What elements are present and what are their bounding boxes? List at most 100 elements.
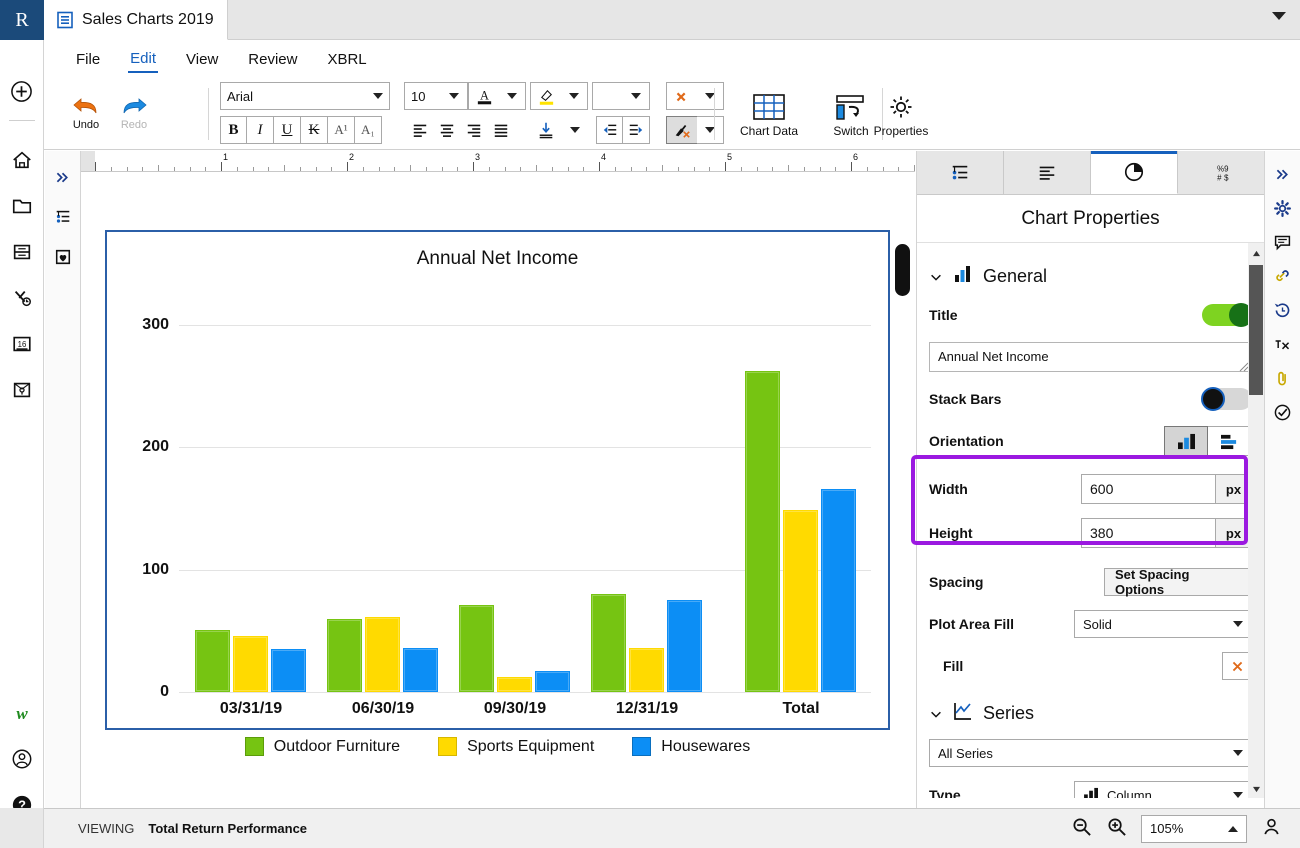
series-selector[interactable]: All Series [929,739,1252,767]
chart-bar[interactable] [821,488,856,692]
align-left-button[interactable] [406,116,433,144]
word-icon[interactable]: w [0,690,44,736]
comment-icon[interactable] [1265,225,1300,259]
legend-item[interactable]: Housewares [632,737,750,756]
strikethrough-button[interactable]: K [301,116,328,144]
section-general[interactable]: General [929,265,1252,288]
menu-item-xbrl[interactable]: XBRL [325,47,368,72]
tab-paragraph[interactable] [1004,151,1091,194]
plot-area-fill-select[interactable]: Solid [1074,610,1252,638]
format-painter-button[interactable] [666,116,698,144]
series-type-select[interactable]: Column [1074,781,1252,798]
menu-item-review[interactable]: Review [246,47,299,72]
chart-bar[interactable] [233,635,268,692]
document-tab[interactable]: Sales Charts 2019 [44,0,228,40]
underline-button[interactable]: U [274,116,301,144]
legend-item[interactable]: Sports Equipment [438,737,594,756]
properties-button[interactable]: Properties [846,84,956,146]
chart-bar[interactable] [327,618,362,692]
chart-bar[interactable] [497,677,532,692]
superscript-button[interactable]: A¹ [328,116,355,144]
indent-increase-button[interactable] [623,116,650,144]
add-icon[interactable] [0,68,44,114]
chart-data-button[interactable]: Chart Data [730,84,808,146]
orientation-vertical-button[interactable] [1164,426,1208,456]
highlight-dropdown-button[interactable] [561,82,588,110]
chart-bar[interactable] [629,647,664,692]
font-size-dropdown-button[interactable] [441,82,468,110]
set-spacing-options-button[interactable]: Set Spacing Options [1104,567,1252,597]
font-family-select[interactable]: Arial [220,82,390,110]
bold-button[interactable]: B [220,116,247,144]
italic-button[interactable]: I [247,116,274,144]
clear-formatting-button[interactable] [666,82,698,110]
align-center-button[interactable] [433,116,460,144]
border-style-button[interactable] [592,82,624,110]
legend-item[interactable]: Outdoor Furniture [244,737,400,756]
redo-button[interactable]: Redo [108,82,160,144]
chart-bar-group[interactable] [591,594,702,692]
percent-clock-icon[interactable] [0,275,44,321]
canvas-vertical-scroll-thumb[interactable] [895,244,910,296]
calendar-16-icon[interactable]: 16 [0,321,44,367]
expand-panel-icon[interactable] [45,157,81,197]
chart-bar[interactable] [459,605,494,692]
tab-number-format[interactable]: % 9 # $ [1178,151,1264,194]
chart-bar[interactable] [535,671,570,692]
height-input[interactable]: 380 [1081,518,1216,548]
attachment-icon[interactable] [1265,361,1300,395]
account-icon[interactable] [0,736,44,782]
stack-bars-toggle[interactable] [1201,387,1252,411]
bookmark-heart-icon[interactable] [45,237,81,277]
align-justify-button[interactable] [487,116,514,144]
font-color-button[interactable]: A [468,82,500,110]
account-icon[interactable] [1261,816,1282,842]
clear-formatting-dropdown-button[interactable] [697,82,724,110]
database-icon[interactable] [0,229,44,275]
align-right-button[interactable] [460,116,487,144]
panel-vertical-scrollbar[interactable] [1248,243,1264,798]
menu-item-edit[interactable]: Edit [128,46,159,73]
border-style-dropdown-button[interactable] [623,82,650,110]
check-circle-icon[interactable] [1265,395,1300,429]
format-painter-dropdown-button[interactable] [697,116,724,144]
menu-item-view[interactable]: View [184,47,220,72]
folder-icon[interactable] [0,183,44,229]
chart-bar[interactable] [365,617,400,692]
chart-title-input[interactable]: Annual Net Income [929,342,1252,372]
envelope-key-icon[interactable] [0,367,44,413]
subscript-button[interactable]: A₁ [355,116,382,144]
document-canvas[interactable]: Annual Net Income 0 100 200 300 03/31/19 06/… [81,172,915,808]
undo-button[interactable]: Undo [60,82,112,144]
chart-bar[interactable] [591,594,626,692]
chart-bar[interactable] [667,600,702,692]
chart-bar-group[interactable] [327,617,438,692]
tab-chart[interactable] [1091,151,1178,194]
chart-bar[interactable] [745,371,780,692]
vertical-align-button[interactable] [530,116,562,144]
gear-icon[interactable] [1265,191,1300,225]
app-logo[interactable]: R [0,0,44,40]
zoom-level-select[interactable]: 105% [1141,814,1247,843]
chart-bar-group[interactable] [459,605,570,692]
width-input[interactable]: 600 [1081,474,1216,504]
history-icon[interactable] [1265,293,1300,327]
tab-outline[interactable] [917,151,1004,194]
chart-bar-group[interactable] [745,371,856,692]
footnote-icon[interactable] [1265,327,1300,361]
title-toggle[interactable] [1202,303,1253,327]
orientation-horizontal-button[interactable] [1208,426,1252,456]
chart-bar[interactable] [783,509,818,692]
chart-bar[interactable] [195,629,230,692]
indent-decrease-button[interactable] [596,116,623,144]
chart-bar[interactable] [403,647,438,692]
chart-container[interactable]: Annual Net Income 0 100 200 300 03/31/19 06/… [105,230,890,756]
chevron-down-icon[interactable] [1272,12,1286,20]
expand-panel-icon[interactable] [1265,157,1300,191]
scroll-up-button[interactable] [1249,245,1263,261]
zoom-in-icon[interactable] [1106,816,1127,842]
font-size-select[interactable]: 10 [404,82,442,110]
vertical-align-dropdown-button[interactable] [561,116,588,144]
panel-vertical-scroll-thumb[interactable] [1249,265,1263,395]
outline-icon[interactable] [45,197,81,237]
